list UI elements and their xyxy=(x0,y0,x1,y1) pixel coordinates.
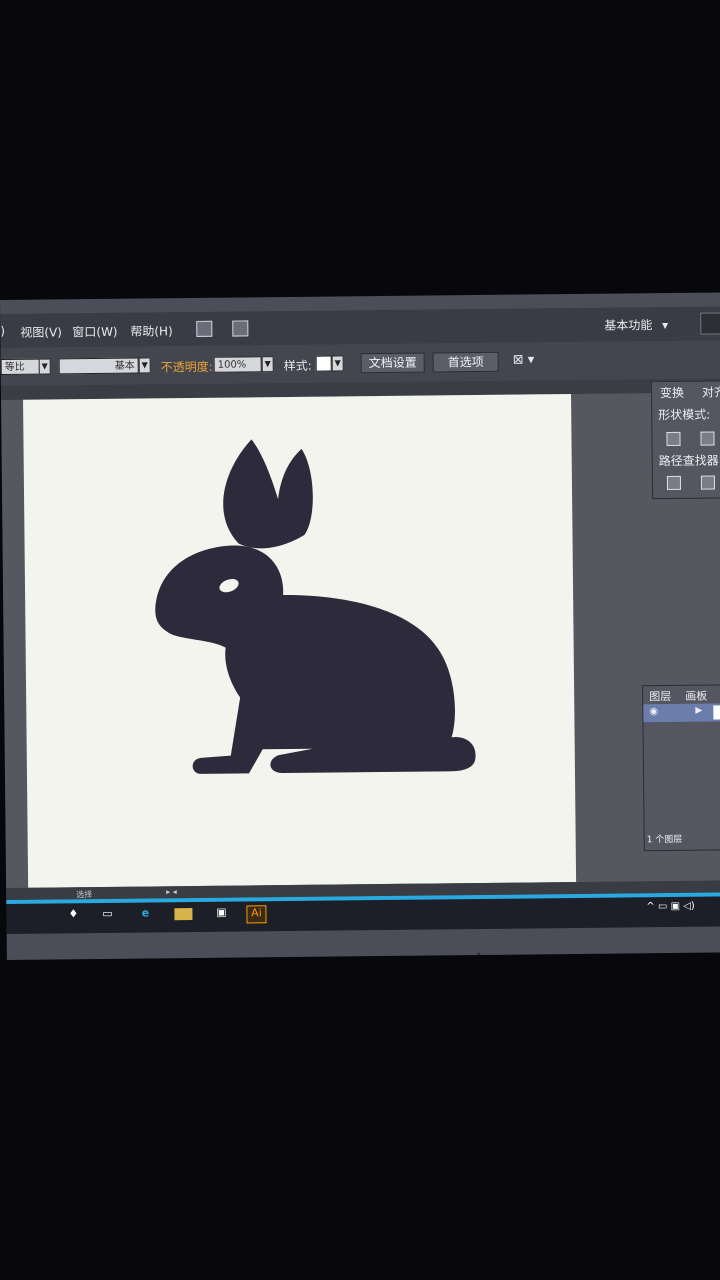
system-tray-icons[interactable]: ^ ▭ ▣ ◁) xyxy=(646,900,720,917)
pointer-cursor-icon xyxy=(477,952,487,960)
opacity-label[interactable]: 不透明度: xyxy=(161,358,213,376)
layers-panel: 图层 画板 ◉ ▶ 1 个图层 xyxy=(642,684,720,852)
variable-width-profile-field[interactable]: 等比 xyxy=(0,358,41,375)
microphone-icon[interactable]: ♦ xyxy=(64,907,82,923)
windows-taskbar: ♦ ▭ e ▣ Ai ^ ▭ ▣ ◁) xyxy=(6,892,720,934)
eye-icon[interactable]: ◉ xyxy=(649,706,658,717)
menu-item-window[interactable]: 窗口(W) xyxy=(72,323,117,340)
monitor-screen: ) 视图(V) 窗口(W) 帮助(H) 基本功能 ▾ 等比 ▼ 基本 ▼ 不透明… xyxy=(0,292,720,960)
search-input[interactable] xyxy=(700,312,720,335)
chevron-down-icon[interactable]: ▼ xyxy=(261,356,274,373)
workspace-switcher[interactable]: 基本功能 ▾ xyxy=(604,316,668,334)
illustrator-app-icon[interactable]: Ai xyxy=(246,905,267,924)
brush-definition-field[interactable]: 基本 xyxy=(58,357,139,375)
artboard[interactable] xyxy=(23,394,577,888)
shape-modes-label: 形状模式: xyxy=(658,407,711,423)
opacity-field[interactable]: 100% xyxy=(213,356,262,373)
chevron-down-icon[interactable]: ▼ xyxy=(331,355,344,372)
edge-browser-icon[interactable]: e xyxy=(136,906,154,922)
arrange-documents-icon[interactable] xyxy=(232,320,249,337)
chevron-down-icon[interactable]: ▼ xyxy=(138,357,151,374)
document-setup-button[interactable]: 文档设置 xyxy=(360,352,425,374)
graphic-style-swatch[interactable] xyxy=(315,355,332,372)
status-menu-arrow-icon[interactable]: ▸ ◂ xyxy=(166,887,177,896)
chevron-down-icon[interactable]: ▼ xyxy=(38,358,51,375)
tab-transform[interactable]: 变换 xyxy=(660,384,684,401)
menu-item-edit-partial[interactable]: ) xyxy=(0,324,5,338)
unite-icon[interactable] xyxy=(666,431,681,447)
bridge-icon[interactable] xyxy=(196,320,213,337)
layer-thumbnail xyxy=(713,705,720,720)
preferences-button[interactable]: 首选项 xyxy=(432,351,499,373)
isolate-selected-icon[interactable]: ⊠ ▾ xyxy=(513,352,535,367)
tab-align[interactable]: 对齐 xyxy=(702,383,720,400)
rabbit-silhouette[interactable] xyxy=(23,394,576,888)
file-explorer-icon[interactable] xyxy=(174,908,193,921)
tab-layers[interactable]: 图层 xyxy=(649,688,671,704)
layer-row[interactable]: ◉ ▶ xyxy=(643,703,720,723)
chevron-down-icon: ▾ xyxy=(662,318,669,333)
style-label: 样式: xyxy=(283,358,312,374)
divide-icon[interactable] xyxy=(666,475,682,491)
task-view-icon[interactable]: ▭ xyxy=(98,907,116,923)
store-icon[interactable]: ▣ xyxy=(212,906,230,922)
workspace-label: 基本功能 xyxy=(604,318,653,333)
transform-pathfinder-panel: 变换 对齐 形状模式: 路径查找器: xyxy=(650,380,720,500)
layers-count: 1 个图层 xyxy=(646,834,683,846)
pathfinder-label: 路径查找器: xyxy=(658,453,720,469)
minus-front-icon[interactable] xyxy=(700,431,715,446)
tab-artboards[interactable]: 画板 xyxy=(685,688,707,704)
menu-item-help[interactable]: 帮助(H) xyxy=(130,322,173,339)
expand-triangle-icon[interactable]: ▶ xyxy=(695,706,702,716)
trim-icon[interactable] xyxy=(700,475,716,490)
menu-item-view[interactable]: 视图(V) xyxy=(20,323,62,340)
